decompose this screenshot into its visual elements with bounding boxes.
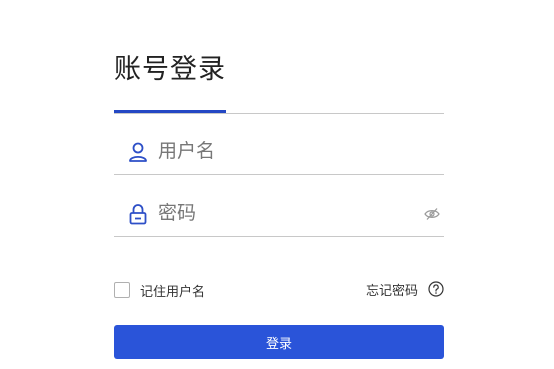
remember-username-label: 记住用户名: [140, 284, 206, 300]
eye-off-icon[interactable]: [424, 206, 440, 220]
title-divider: [114, 113, 444, 114]
login-page: 账号登录 记住用户名: [0, 0, 554, 369]
username-field: [114, 130, 444, 175]
forgot-password-area: 忘记密码: [366, 279, 444, 299]
username-input[interactable]: [158, 136, 418, 166]
title-accent-bar: [114, 110, 226, 113]
help-icon[interactable]: [428, 281, 444, 297]
password-input[interactable]: [158, 198, 418, 228]
user-icon: [128, 141, 148, 163]
login-title: 账号登录: [114, 54, 226, 85]
checkbox-box[interactable]: [114, 282, 130, 298]
forgot-password-link[interactable]: 忘记密码: [366, 280, 418, 299]
login-button[interactable]: 登录: [114, 325, 444, 359]
lock-icon: [128, 203, 148, 225]
remember-username-checkbox[interactable]: 记住用户名: [114, 281, 206, 300]
password-field: [114, 192, 444, 237]
